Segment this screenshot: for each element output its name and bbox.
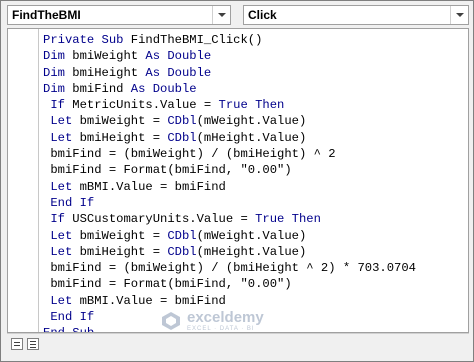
code-keyword: CDbl — [167, 130, 197, 145]
code-line[interactable]: Dim bmiWeight As Double — [43, 48, 416, 64]
code-keyword: Let — [43, 179, 80, 194]
code-line[interactable]: bmiFind = (bmiWeight) / (bmiHeight) ^ 2 — [43, 146, 416, 162]
code-token: (mWeight.Value) — [196, 114, 307, 129]
object-dropdown-value: FindTheBMI — [12, 8, 81, 22]
code-keyword: As Double — [130, 81, 197, 96]
code-line[interactable]: Private Sub FindTheBMI_Click() — [43, 32, 416, 48]
code-line[interactable]: Dim bmiFind As Double — [43, 81, 416, 97]
exceldemy-logo-icon — [162, 311, 180, 330]
code-line[interactable]: Let mBMI.Value = bmiFind — [43, 293, 416, 309]
code-token: bmiHeight — [72, 65, 146, 80]
code-token: mBMI.Value = bmiFind — [79, 293, 226, 308]
code-keyword: As Double — [145, 65, 212, 80]
code-token: MetricUnits.Value = — [72, 98, 219, 113]
code-line[interactable]: Let mBMI.Value = bmiFind — [43, 179, 416, 195]
code-token: (mHeight.Value) — [196, 244, 307, 259]
code-keyword: Dim — [43, 65, 73, 80]
code-token: bmiFind = Format(bmiFind, "0.00") — [43, 277, 292, 292]
code-keyword: If — [43, 212, 73, 227]
code-keyword: Let — [43, 228, 80, 243]
code-line[interactable]: Let bmiHeight = CDbl(mHeight.Value) — [43, 244, 416, 260]
code-token: bmiFind = (bmiWeight) / (bmiHeight ^ 2) … — [43, 261, 416, 276]
code-line[interactable]: Dim bmiHeight As Double — [43, 65, 416, 81]
code-keyword: CDbl — [167, 244, 197, 259]
code-token: bmiFind = (bmiWeight) / (bmiHeight) ^ 2 — [43, 147, 336, 162]
code-keyword: End If — [43, 195, 95, 210]
code-token: bmiWeight = — [79, 114, 168, 129]
code-token: bmiFind = Format(bmiFind, "0.00") — [43, 163, 292, 178]
code-line[interactable]: bmiFind = (bmiWeight) / (bmiHeight ^ 2) … — [43, 260, 416, 276]
code-keyword: True Then — [255, 212, 321, 227]
watermark-name: exceldemy — [187, 309, 264, 326]
editor-status-bar — [7, 333, 469, 356]
code-token: bmiFind — [72, 81, 131, 96]
code-keyword: Let — [43, 293, 80, 308]
procedure-dropdown-value: Click — [248, 8, 277, 22]
code-editor[interactable]: Private Sub FindTheBMI_Click() Dim bmiWei… — [7, 28, 469, 333]
code-keyword: Let — [43, 244, 80, 259]
code-line[interactable]: bmiFind = Format(bmiFind, "0.00") — [43, 276, 416, 292]
code-keyword: Private Sub — [43, 33, 131, 47]
code-line[interactable]: End If — [43, 195, 416, 211]
code-line[interactable]: bmiFind = Format(bmiFind, "0.00") — [43, 162, 416, 178]
code-keyword: CDbl — [167, 114, 197, 129]
code-line[interactable]: Let bmiWeight = CDbl(mWeight.Value) — [43, 113, 416, 129]
vba-code-window: FindTheBMI Click Private Sub FindTheBMI_… — [0, 0, 474, 362]
code-keyword: End If — [43, 310, 95, 325]
code-keyword: True Then — [218, 98, 285, 113]
code-keyword: Let — [43, 114, 80, 129]
code-keyword: As Double — [145, 49, 212, 64]
chevron-down-icon[interactable] — [212, 6, 230, 24]
watermark-tagline: EXCEL · DATA · BI — [187, 326, 255, 332]
watermark-logo: exceldemy EXCEL · DATA · BI — [161, 309, 264, 332]
object-dropdown[interactable]: FindTheBMI — [7, 5, 231, 25]
code-token: bmiWeight = — [79, 228, 168, 243]
code-token: FindTheBMI_Click() — [130, 33, 263, 47]
full-module-view-icon[interactable] — [27, 338, 39, 350]
code-token: (mWeight.Value) — [196, 228, 307, 243]
code-keyword: If — [43, 98, 73, 113]
code-keyword: CDbl — [167, 228, 197, 243]
code-token: mBMI.Value = bmiFind — [79, 179, 226, 194]
code-token: bmiHeight = — [79, 130, 168, 145]
code-keyword: End Sub — [43, 326, 94, 332]
code-keyword: Dim — [43, 49, 73, 64]
code-line[interactable]: If MetricUnits.Value = True Then — [43, 97, 416, 113]
procedure-view-icon[interactable] — [11, 338, 23, 350]
chevron-down-icon[interactable] — [450, 6, 468, 24]
code-keyword: Dim — [43, 81, 73, 96]
procedure-dropdown[interactable]: Click — [243, 5, 469, 25]
margin-indicator-bar[interactable] — [8, 29, 39, 332]
code-line[interactable]: Let bmiWeight = CDbl(mWeight.Value) — [43, 228, 416, 244]
code-token: bmiHeight = — [79, 244, 168, 259]
code-token: (mHeight.Value) — [196, 130, 307, 145]
code-keyword: Let — [43, 130, 80, 145]
code-line[interactable]: If USCustomaryUnits.Value = True Then — [43, 211, 416, 227]
code-line[interactable]: Let bmiHeight = CDbl(mHeight.Value) — [43, 130, 416, 146]
code-text[interactable]: Private Sub FindTheBMI_Click() Dim bmiWei… — [43, 32, 416, 332]
code-token: USCustomaryUnits.Value = — [72, 212, 256, 227]
code-token: bmiWeight — [72, 49, 146, 64]
